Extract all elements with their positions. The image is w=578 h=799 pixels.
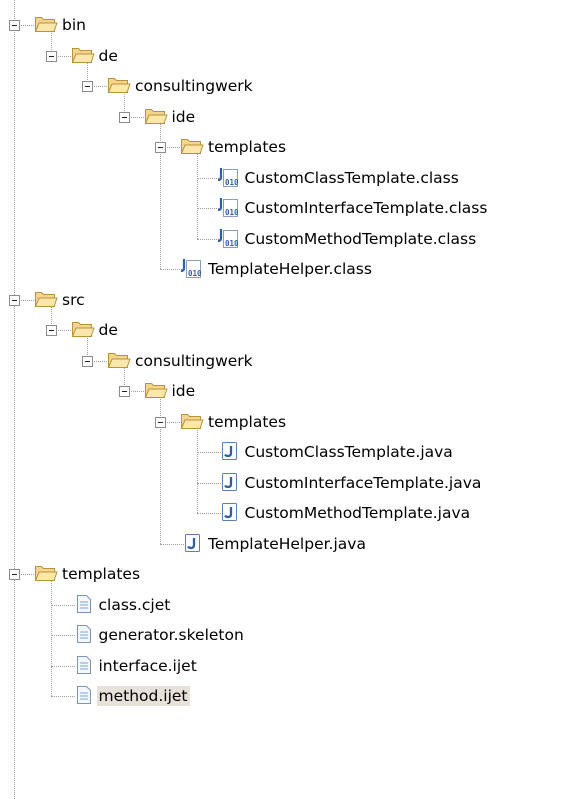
tree-item-label: CustomMethodTemplate.java xyxy=(244,504,471,522)
java-class-file-icon: 010 xyxy=(217,166,241,188)
folder-open-icon xyxy=(71,318,95,340)
tree-item-label: bin xyxy=(62,16,86,34)
tree-item-label: consultingwerk xyxy=(135,77,253,95)
folder-open-icon xyxy=(144,105,168,127)
text-file-icon xyxy=(71,684,95,706)
collapse-toggle-icon[interactable] xyxy=(82,355,93,367)
java-class-file-icon: 010 xyxy=(180,257,204,279)
text-file-icon xyxy=(71,593,95,615)
tree-item-label: CustomMethodTemplate.class xyxy=(244,229,477,248)
collapse-toggle-icon[interactable] xyxy=(9,569,20,580)
collapse-toggle-icon[interactable] xyxy=(155,416,166,428)
tree-item-label: templates xyxy=(208,138,287,156)
tree-item-label: CustomClassTemplate.java xyxy=(244,443,453,461)
tree-folder-bin[interactable]: bin xyxy=(0,15,578,45)
java-class-file-icon: 010 xyxy=(217,196,241,218)
collapse-toggle-icon[interactable] xyxy=(118,111,130,123)
tree-file-templatehelper-class[interactable]: 010 TemplateHelper.class xyxy=(0,259,578,289)
folder-open-icon xyxy=(144,379,168,401)
project-explorer-tree: bin de consultingwerk ide templates 010 Custom… xyxy=(0,0,578,799)
folder-open-icon xyxy=(34,562,58,584)
collapse-toggle-icon[interactable] xyxy=(155,142,166,153)
tree-file-customclasstemplate-java[interactable]: CustomClassTemplate.java xyxy=(0,442,578,472)
svg-text:010: 010 xyxy=(188,269,202,278)
tree-item-label: method.ijet xyxy=(96,686,190,706)
java-source-file-icon xyxy=(217,471,241,493)
tree-file-class-cjet[interactable]: class.cjet xyxy=(0,593,578,625)
tree-item-label: CustomClassTemplate.class xyxy=(244,168,459,187)
tree-file-generator-skeleton[interactable]: generator.skeleton xyxy=(0,625,578,655)
tree-folder-de[interactable]: de xyxy=(0,46,578,76)
folder-open-icon xyxy=(107,349,131,371)
tree-item-label: CustomInterfaceTemplate.class xyxy=(244,199,488,217)
tree-folder-de[interactable]: de xyxy=(0,320,578,350)
tree-folder-templates[interactable]: templates xyxy=(0,564,578,594)
tree-file-interface-ijet[interactable]: interface.ijet xyxy=(0,654,578,686)
java-source-file-icon xyxy=(180,532,204,554)
folder-open-icon xyxy=(34,13,58,35)
tree-item-label: CustomInterfaceTemplate.java xyxy=(244,473,482,492)
tree-folder-ide[interactable]: ide xyxy=(0,381,578,411)
tree-item-label: src xyxy=(62,290,85,309)
folder-open-icon xyxy=(71,44,95,66)
tree-item-label: consultingwerk xyxy=(135,351,253,370)
tree-folder-ide[interactable]: ide xyxy=(0,107,578,137)
text-file-icon xyxy=(71,623,95,645)
tree-file-custommethodtemplate-java[interactable]: CustomMethodTemplate.java xyxy=(0,503,578,533)
collapse-toggle-icon[interactable] xyxy=(82,81,93,92)
collapse-toggle-icon[interactable] xyxy=(9,20,20,31)
java-source-file-icon xyxy=(217,440,241,462)
svg-text:010: 010 xyxy=(225,208,239,217)
tree-folder-src[interactable]: src xyxy=(0,290,578,320)
tree-folder-consultingwerk[interactable]: consultingwerk xyxy=(0,76,578,106)
java-source-file-icon xyxy=(217,501,241,523)
tree-file-custommethodtemplate-class[interactable]: 010 CustomMethodTemplate.class xyxy=(0,227,578,259)
tree-file-templatehelper-java[interactable]: TemplateHelper.java xyxy=(0,532,578,564)
tree-file-method-ijet[interactable]: method.ijet xyxy=(0,686,578,716)
tree-file-custominterfacetemplate-class[interactable]: 010 CustomInterfaceTemplate.class xyxy=(0,198,578,228)
collapse-toggle-icon[interactable] xyxy=(118,386,130,397)
tree-item-label: class.cjet xyxy=(98,595,171,614)
svg-text:010: 010 xyxy=(225,178,239,187)
folder-open-icon xyxy=(180,135,204,157)
tree-folder-consultingwerk[interactable]: consultingwerk xyxy=(0,351,578,381)
tree-item-label: de xyxy=(98,46,118,65)
tree-item-label: templates xyxy=(62,565,141,583)
tree-item-label: generator.skeleton xyxy=(98,626,244,644)
tree-item-label: TemplateHelper.class xyxy=(208,260,372,278)
tree-item-label: templates xyxy=(208,412,287,431)
collapse-toggle-icon[interactable] xyxy=(45,50,57,62)
folder-open-icon xyxy=(107,74,131,96)
tree-item-label: de xyxy=(98,321,118,339)
tree-folder-templates[interactable]: templates xyxy=(0,412,578,442)
tree-item-label: TemplateHelper.java xyxy=(208,534,366,553)
java-class-file-icon: 010 xyxy=(217,227,241,249)
tree-folder-templates[interactable]: templates xyxy=(0,137,578,167)
tree-item-label: ide xyxy=(171,382,196,400)
collapse-toggle-icon[interactable] xyxy=(9,294,20,306)
svg-text:010: 010 xyxy=(225,239,239,248)
tree-file-customclasstemplate-class[interactable]: 010 CustomClassTemplate.class xyxy=(0,166,578,198)
tree-item-label: interface.ijet xyxy=(98,656,197,675)
tree-file-custominterfacetemplate-java[interactable]: CustomInterfaceTemplate.java xyxy=(0,471,578,503)
text-file-icon xyxy=(71,654,95,676)
folder-open-icon xyxy=(34,288,58,310)
tree-item-label: ide xyxy=(171,107,196,126)
collapse-toggle-icon[interactable] xyxy=(45,325,57,336)
folder-open-icon xyxy=(180,410,204,432)
